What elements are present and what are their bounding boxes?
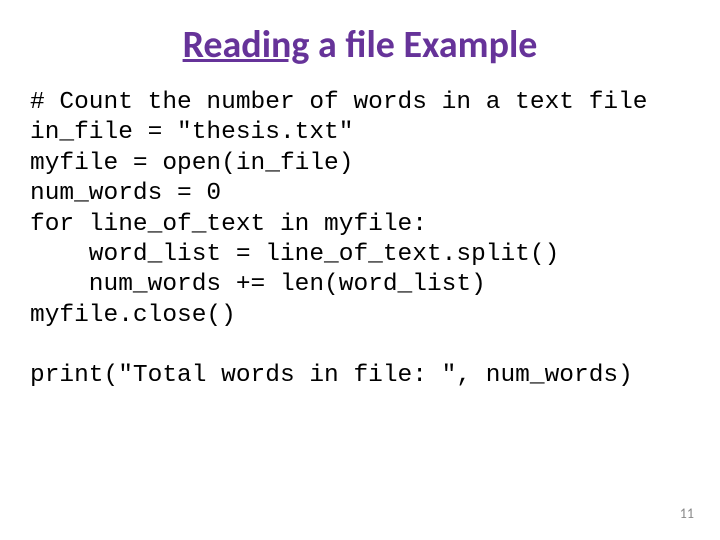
code-line: num_words = 0 [30, 180, 221, 207]
code-line: for line_of_text in myfile: [30, 211, 427, 238]
slide: Reading a file Example # Count the numbe… [0, 0, 720, 540]
code-line: myfile.close() [30, 302, 236, 329]
code-line: myfile = open(in_file) [30, 150, 353, 177]
code-line: in_file = "thesis.txt" [30, 119, 353, 146]
code-block: # Count the number of words in a text fi… [0, 82, 720, 392]
code-line: num_words += len(word_list) [30, 271, 486, 298]
page-number: 11 [680, 505, 694, 522]
title-rest: a file Example [309, 22, 537, 68]
code-line: print("Total words in file: ", num_words… [30, 362, 633, 389]
code-line: word_list = line_of_text.split() [30, 241, 559, 268]
code-line: # Count the number of words in a text fi… [30, 89, 648, 116]
slide-title: Reading a file Example [0, 0, 720, 82]
title-underlined: Reading [183, 22, 310, 68]
